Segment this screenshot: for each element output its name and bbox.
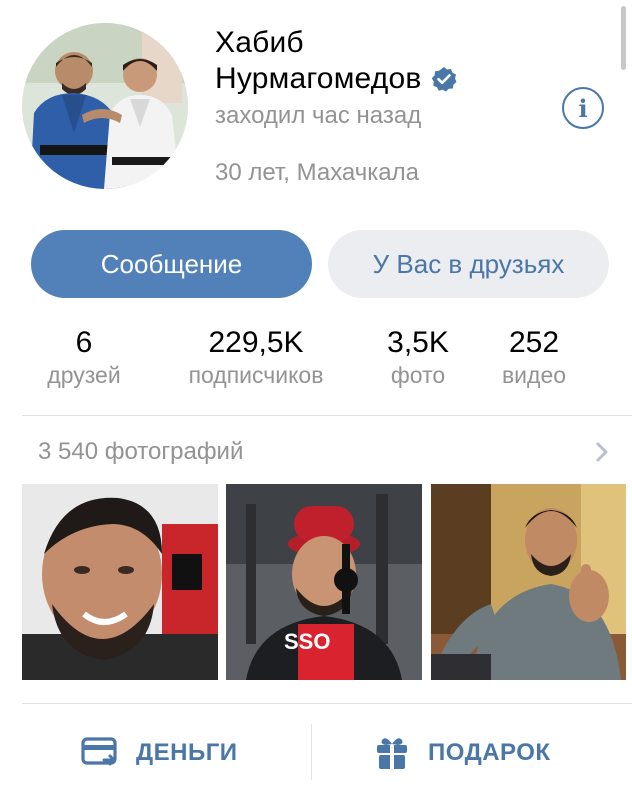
divider	[22, 415, 632, 416]
profile-name-first: Хабиб	[215, 26, 304, 59]
photo-thumbnail[interactable]: SSO	[226, 484, 422, 680]
photo-thumbnail[interactable]	[431, 484, 626, 680]
stat-value: 229,5K	[208, 326, 304, 359]
stat-friends[interactable]: 6 друзей	[30, 325, 138, 389]
stat-value: 6	[75, 326, 93, 359]
info-button[interactable]: i	[562, 87, 604, 129]
profile-location: 30 лет, Махачкала	[215, 159, 419, 186]
stat-videos[interactable]: 252 видео	[484, 325, 584, 389]
profile-name-line: Нурмагомедов	[215, 61, 555, 97]
gift-label: ПОДАРОК	[428, 739, 551, 766]
divider-vertical	[311, 724, 312, 780]
verified-icon	[431, 66, 457, 92]
svg-text:SSO: SSO	[284, 629, 330, 654]
stat-label: друзей	[47, 362, 121, 388]
profile-name-last: Нурмагомедов	[215, 62, 422, 95]
photos-count: 3 540 фотографий	[38, 438, 244, 465]
gift-button[interactable]: ПОДАРОК	[374, 728, 551, 778]
profile-page: Хабиб Нурмагомедов заходил час назад 30 …	[0, 0, 632, 800]
money-transfer-button[interactable]: ДЕНЬГИ	[80, 728, 238, 778]
avatar[interactable]	[22, 23, 188, 189]
stat-value: 252	[508, 326, 560, 359]
chevron-right-icon	[596, 442, 608, 462]
stat-value: 3,5K	[387, 326, 449, 359]
stat-label: видео	[501, 362, 567, 388]
last-seen-status: заходил час назад	[215, 102, 422, 129]
divider	[22, 703, 632, 704]
friends-status-button[interactable]: У Вас в друзьях	[328, 230, 609, 298]
stat-photos[interactable]: 3,5K фото	[368, 325, 468, 389]
stat-label: фото	[390, 362, 446, 388]
stat-followers[interactable]: 229,5K подписчиков	[166, 325, 346, 389]
message-button[interactable]: Сообщение	[31, 230, 312, 298]
scrollbar[interactable]	[621, 6, 626, 70]
avatar-photo	[22, 23, 188, 189]
stat-label: подписчиков	[188, 362, 324, 388]
photo-thumbnail[interactable]	[22, 484, 218, 680]
info-icon: i	[578, 93, 588, 123]
gift-icon	[377, 738, 407, 769]
money-label: ДЕНЬГИ	[136, 739, 238, 766]
profile-header: Хабиб Нурмагомедов заходил час назад	[215, 25, 555, 131]
money-card-icon	[81, 737, 117, 766]
photos-section-header[interactable]: 3 540 фотографий	[38, 436, 610, 468]
profile-stats: 6 друзей 229,5K подписчиков 3,5K фото 25…	[0, 325, 632, 397]
